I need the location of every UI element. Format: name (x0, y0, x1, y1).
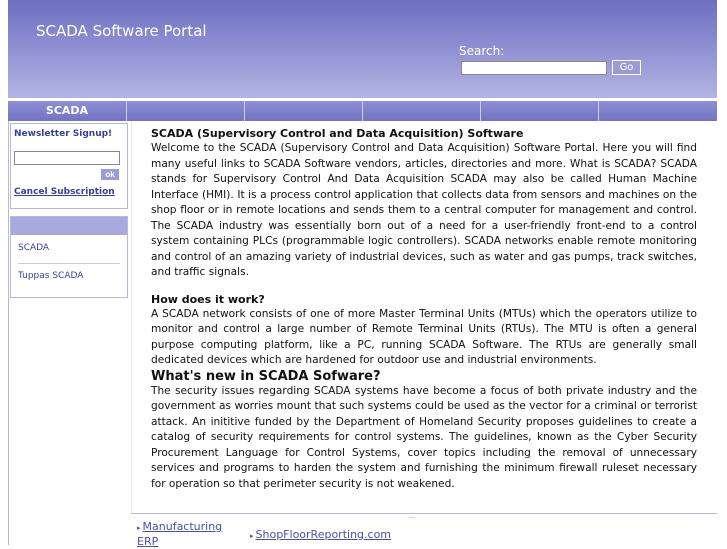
sidebar-link-scada[interactable]: SCADA (18, 243, 49, 253)
article-title: SCADA (Supervisory Control and Data Acqu… (151, 127, 524, 140)
sidebar-border (8, 121, 9, 545)
newsletter-email-input[interactable] (14, 151, 120, 165)
how-heading: How does it work? (151, 292, 265, 306)
footer-link-label: ShopFloorReporting.com (255, 528, 392, 541)
sidebar-link-tuppas-scada[interactable]: Tuppas SCADA (18, 271, 83, 281)
nav-item-5[interactable] (481, 101, 599, 121)
nav-item-2[interactable] (127, 101, 245, 121)
newsletter-box: Newsletter Signup! ok Cancel Subscriptio… (10, 123, 128, 209)
cancel-subscription-link[interactable]: Cancel Subscription (14, 187, 115, 197)
whats-new-text: The security issues regarding SCADA syst… (151, 384, 697, 490)
top-navbar: SCADA (8, 101, 717, 121)
main-content: SCADA (Supervisory Control and Data Acqu… (151, 127, 697, 492)
content-border (131, 121, 132, 513)
nav-item-4[interactable] (363, 101, 481, 121)
sidebar-links-header (11, 217, 127, 235)
search-input[interactable] (461, 61, 607, 75)
nav-item-3[interactable] (245, 101, 363, 121)
nav-item-scada[interactable]: SCADA (8, 101, 127, 121)
footer-divider (131, 513, 717, 514)
search-label: Search: (459, 44, 505, 58)
footer-mark: — (408, 513, 415, 521)
nav-item-6[interactable] (599, 101, 716, 121)
site-title[interactable]: SCADA Software Portal (36, 22, 207, 40)
how-text: A SCADA network consists of one of more … (151, 307, 697, 367)
newsletter-title: Newsletter Signup! (14, 129, 113, 139)
sidebar-links-box: SCADA Tuppas SCADA (10, 216, 128, 298)
footer-link-shopfloorreporting[interactable]: ▸ ShopFloorReporting.com (250, 528, 391, 541)
newsletter-ok-button[interactable]: ok (101, 169, 119, 180)
whats-new-heading: What's new in SCADA Sofware? (151, 368, 381, 384)
article-intro: Welcome to the SCADA (Supervisory Contro… (151, 142, 697, 278)
go-button[interactable]: Go (612, 60, 641, 75)
sidebar-divider (18, 263, 120, 264)
arrow-right-icon: ▸ (250, 532, 254, 540)
arrow-right-icon: ▸ (137, 524, 141, 532)
footer-link-label: Manufacturing ERP (137, 520, 223, 548)
site-header: SCADA Software Portal Search: Go (8, 0, 717, 98)
